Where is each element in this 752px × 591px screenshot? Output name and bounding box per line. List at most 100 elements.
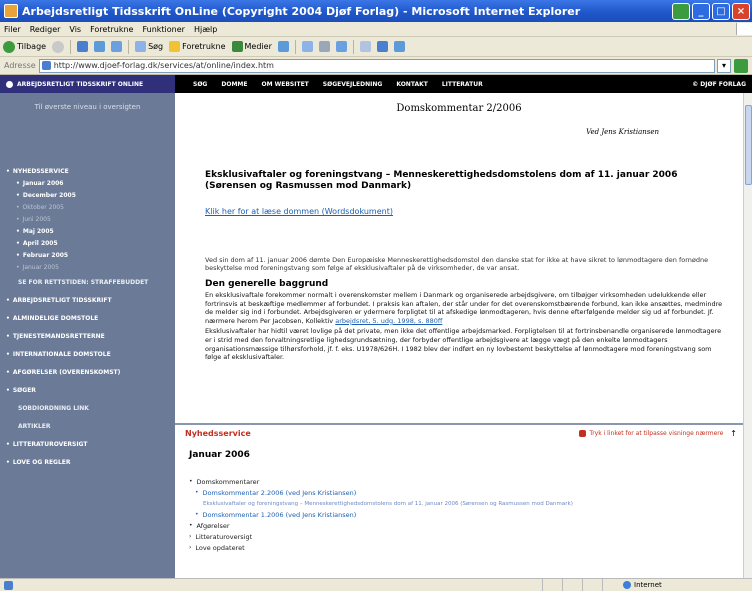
go-button[interactable] <box>734 58 748 73</box>
news-service-panel: Nyhedsservice Tryk i linket for at tilpa… <box>175 423 743 578</box>
menu-help[interactable]: Hjælp <box>194 25 217 34</box>
main-content: Domskommentar 2/2006 Ved Jens Kristianse… <box>175 93 743 423</box>
left-sidebar: Til øverste niveau i oversigten • NYHEDS… <box>0 93 175 578</box>
section-heading: Den generelle baggrund <box>205 279 329 289</box>
media-button[interactable]: Medier <box>231 41 272 52</box>
sidebar-item-news[interactable]: • NYHEDSSERVICE <box>6 165 171 177</box>
sidebar-item-label: LOVE OG REGLER <box>12 458 71 466</box>
ie-app-icon <box>4 4 18 18</box>
bullet-icon: • <box>195 489 199 496</box>
refresh-icon[interactable] <box>94 41 106 52</box>
edit-icon[interactable] <box>335 41 347 52</box>
service-settings-link[interactable]: Tryk i linket for at tilpasse visninge n… <box>579 429 737 438</box>
site-brand[interactable]: ARBEJDSRETLIGT TIDSSKRIFT ONLINE <box>0 75 175 93</box>
sidebar-plain-link[interactable]: ARTIKLER <box>6 420 171 432</box>
page-title: Domskommentar 2/2006 <box>396 103 522 114</box>
bullet-icon: • <box>195 511 199 518</box>
forward-arrow-icon[interactable] <box>52 40 65 53</box>
vertical-scrollbar[interactable] <box>743 93 752 578</box>
close-button[interactable]: × <box>732 2 750 20</box>
sidebar-plain-link[interactable]: SE FOR RETTSTIDEN: STRAFFEBUDDET <box>6 276 171 288</box>
sidebar-item-search[interactable]: • SØGER <box>6 384 171 396</box>
minimize-button[interactable]: _ <box>692 2 710 20</box>
menu-favorites[interactable]: Foretrukne <box>90 25 133 34</box>
address-bar: Adresse http://www.djoef-forlag.dk/servi… <box>0 57 752 75</box>
address-dropdown-icon[interactable]: ▾ <box>717 58 731 73</box>
site-nav-links: SØG DOMME OM WEBSITET SØGEVEJLEDNING KON… <box>175 81 692 88</box>
menu-edit[interactable]: Rediger <box>30 25 61 34</box>
star-icon <box>169 41 181 52</box>
favorites-button[interactable]: Foretrukne <box>169 41 226 52</box>
bullet-icon: • <box>16 191 20 199</box>
sidebar-item-literature[interactable]: • LITTERATUROVERSIGT <box>6 438 171 450</box>
menu-tools[interactable]: Funktioner <box>142 25 184 34</box>
sidebar-item-label: AFGØRELSER (OVERENSKOMST) <box>12 368 121 376</box>
status-bar: Internet <box>0 578 752 591</box>
address-input[interactable]: http://www.djoef-forlag.dk/services/at/o… <box>38 58 715 73</box>
zone-label: Internet <box>634 581 662 589</box>
sidebar-sub-jan-2006[interactable]: • Januar 2006 <box>6 177 171 189</box>
list-item[interactable]: • Afgørelser <box>189 520 743 531</box>
service-settings-label: Tryk i linket for at tilpasse visninge n… <box>589 430 724 437</box>
home-icon[interactable] <box>111 41 123 52</box>
search-button[interactable]: Søg <box>135 41 163 52</box>
sidebar-item-international[interactable]: • INTERNATIONALE DOMSTOLE <box>6 348 171 360</box>
document-author: Ved Jens Kristiansen <box>586 128 659 136</box>
menu-bar: Filer Rediger Vis Foretrukne Funktioner … <box>0 22 752 37</box>
up-arrow-icon[interactable]: ↑ <box>730 429 737 438</box>
toolbar-separator <box>352 39 354 54</box>
reference-link[interactable]: arbejdsret, 5. udg. 1998, s. 880ff <box>335 317 442 325</box>
nav-link-judgments[interactable]: DOMME <box>221 81 247 88</box>
sidebar-plain-link[interactable]: SOBDIORDNING LINK <box>6 402 171 414</box>
scrollbar-thumb[interactable] <box>745 105 752 185</box>
list-item[interactable]: • Domskommentar 2.2006 (ved Jens Kristian… <box>189 487 743 498</box>
menu-file[interactable]: Filer <box>4 25 21 34</box>
list-item[interactable]: Eksklusivaftaler og foreningstvang – Men… <box>189 498 743 509</box>
menu-view[interactable]: Vis <box>69 25 81 34</box>
sidebar-sub-apr-2005[interactable]: • April 2005 <box>6 237 171 249</box>
sidebar-item-journal[interactable]: • ARBEJDSRETLIGT TIDSSKRIFT <box>6 294 171 306</box>
copyright-label: © DJØF FORLAG <box>692 80 746 88</box>
sidebar-sub-may-2005[interactable]: • Maj 2005 <box>6 225 171 237</box>
bullet-icon: • <box>16 215 20 223</box>
bullet-icon: • <box>16 227 20 235</box>
sidebar-sub-feb-2005[interactable]: • Februar 2005 <box>6 249 171 261</box>
read-judgment-link[interactable]: Klik her for at læse dommen (Wordsdokume… <box>205 207 729 216</box>
list-item[interactable]: • Domskommentarer <box>189 476 743 487</box>
nav-link-contact[interactable]: KONTAKT <box>396 81 428 88</box>
toolbar: Tilbage Søg Foretrukne Medier <box>0 37 752 57</box>
sidebar-item-courts[interactable]: • ALMINDELIGE DOMSTOLE <box>6 312 171 324</box>
messenger-icon[interactable] <box>376 41 388 52</box>
security-zone: Internet <box>602 578 752 591</box>
sidebar-item-civil-service[interactable]: • TJENESTEMANDSRETTERNE <box>6 330 171 342</box>
media-label: Medier <box>244 42 272 51</box>
body-paragraph: Eksklusivaftaler har hidtil været lovlig… <box>205 327 722 362</box>
back-button[interactable]: Tilbage <box>3 40 46 53</box>
sidebar-item-decisions[interactable]: • AFGØRELSER (OVERENSKOMST) <box>6 366 171 378</box>
list-item[interactable]: • Domskommentar 1.2006 (ved Jens Kristian… <box>189 509 743 520</box>
sidebar-sub-oct-2005[interactable]: • Oktober 2005 <box>6 201 171 213</box>
sidebar-sub-jun-2005[interactable]: • Juni 2005 <box>6 213 171 225</box>
list-item-label: Love opdateret <box>195 543 245 552</box>
body-paragraph: En eksklusivaftale forekommer normalt i … <box>205 291 729 325</box>
history-icon[interactable] <box>277 41 289 52</box>
bullet-icon: • <box>16 179 20 187</box>
sidebar-top-link[interactable]: Til øverste niveau i oversigten <box>0 93 175 111</box>
list-item[interactable]: › Litteraturoversigt <box>189 531 743 542</box>
stop-icon[interactable] <box>77 41 89 52</box>
mail-icon[interactable] <box>301 41 313 52</box>
maximize-button[interactable]: □ <box>712 2 730 20</box>
sidebar-sub-dec-2005[interactable]: • December 2005 <box>6 189 171 201</box>
list-item[interactable]: › Love opdateret <box>189 542 743 553</box>
nav-link-search[interactable]: SØG <box>193 81 207 88</box>
nav-link-about[interactable]: OM WEBSITET <box>261 81 308 88</box>
nav-link-search-guide[interactable]: SØGEVEJLEDNING <box>323 81 383 88</box>
status-cell <box>542 578 562 591</box>
print-icon[interactable] <box>318 41 330 52</box>
sidebar-sub-jan-2005[interactable]: • Januar 2005 <box>6 261 171 273</box>
discuss-icon[interactable] <box>359 41 371 52</box>
research-icon[interactable] <box>393 41 405 52</box>
nav-link-literature[interactable]: LITTERATUR <box>442 81 483 88</box>
sidebar-item-laws[interactable]: • LOVE OG REGLER <box>6 456 171 468</box>
toolbar-separator <box>70 39 72 54</box>
